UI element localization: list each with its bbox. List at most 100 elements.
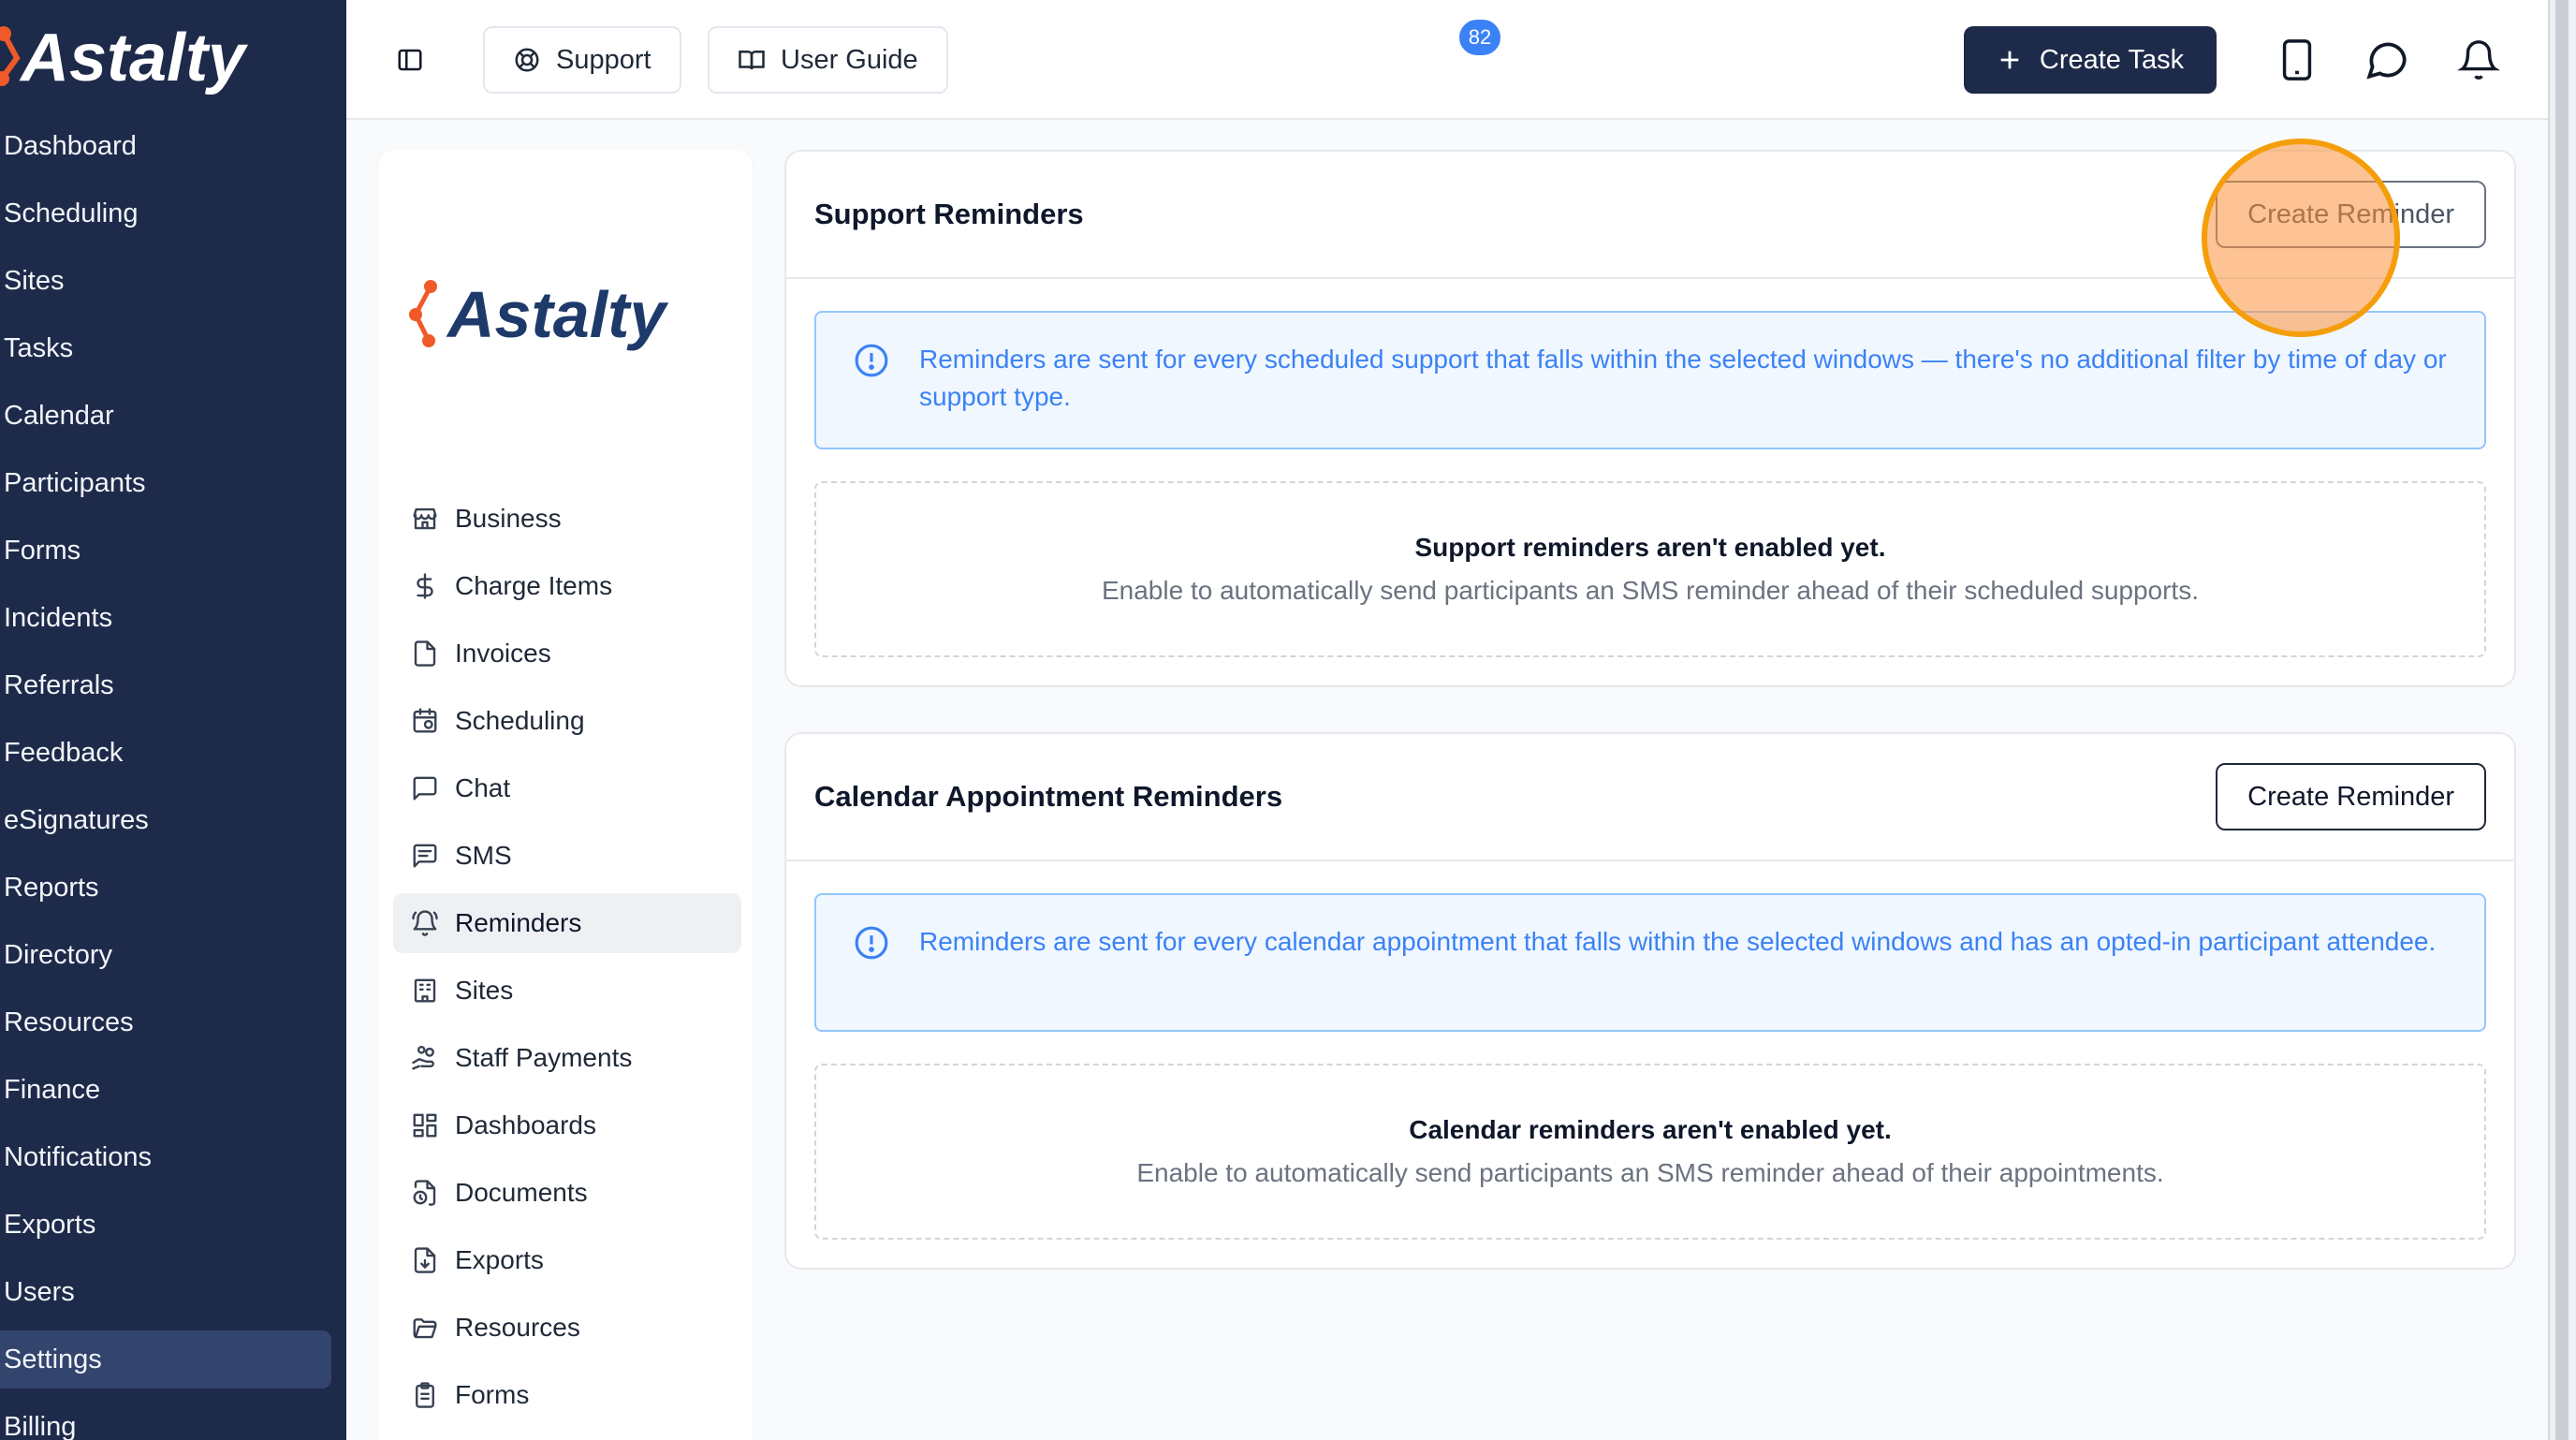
- settings-menu-item-sms[interactable]: SMS: [393, 826, 741, 886]
- main-nav: Dashboard Scheduling Sites Tasks Calendar Par…: [0, 112, 346, 1440]
- settings-panel: Astalty Business Charge Items Invoices Sche…: [378, 150, 753, 1440]
- calendar-reminders-header: Calendar Appointment Reminders Create Re…: [786, 734, 2514, 861]
- sidebar-item-label: Directory: [4, 939, 113, 970]
- sidebar-item-tasks[interactable]: Tasks: [0, 315, 346, 382]
- settings-menu-item-resources[interactable]: Resources: [393, 1298, 741, 1358]
- settings-menu-label: Exports: [455, 1245, 544, 1274]
- main-sidebar: Astalty Dashboard Scheduling Sites Tasks Cal…: [0, 0, 346, 1440]
- settings-menu-label: Chat: [455, 773, 511, 802]
- settings-menu-label: Scheduling: [455, 706, 585, 735]
- settings-menu-item-business[interactable]: Business: [393, 489, 741, 549]
- bell-icon[interactable]: [2452, 34, 2505, 86]
- user-guide-label: User Guide: [781, 44, 918, 75]
- brand-logo[interactable]: Astalty: [0, 13, 318, 103]
- settings-menu-item-documents[interactable]: Documents: [393, 1163, 741, 1223]
- info-icon: [855, 926, 888, 960]
- support-empty-subtitle: Enable to automatically send participant…: [1101, 576, 2199, 605]
- sidebar-item-calendar[interactable]: Calendar: [0, 382, 346, 449]
- create-calendar-reminder-button[interactable]: Create Reminder: [2216, 763, 2486, 830]
- sidebar-item-label: Incidents: [4, 602, 113, 633]
- store-icon: [410, 504, 440, 534]
- settings-menu: Business Charge Items Invoices Scheduling Ch…: [393, 489, 741, 1433]
- sidebar-item-exports[interactable]: Exports: [0, 1191, 346, 1258]
- dollar-icon: [410, 571, 440, 601]
- sidebar-item-label: Feedback: [4, 737, 124, 768]
- support-reminders-card: Support Reminders Create Reminder Remind…: [784, 150, 2516, 687]
- calendar-clock-icon: [410, 706, 440, 736]
- sidebar-toggle-icon[interactable]: [391, 41, 429, 79]
- settings-menu-item-exports[interactable]: Exports: [393, 1230, 741, 1290]
- chat-unread-badge: 82: [1456, 17, 1503, 58]
- sidebar-item-users[interactable]: Users: [0, 1258, 346, 1326]
- astalty-logo-white: Astalty: [0, 21, 249, 96]
- support-button[interactable]: Support: [483, 26, 681, 94]
- settings-menu-item-reminders[interactable]: Reminders: [393, 893, 741, 953]
- sidebar-item-directory[interactable]: Directory: [0, 921, 346, 989]
- settings-menu-item-forms[interactable]: Forms: [393, 1365, 741, 1425]
- sidebar-item-label: Forms: [4, 535, 81, 566]
- astalty-logo: Astalty: [406, 277, 724, 357]
- settings-menu-label: Invoices: [455, 639, 551, 668]
- settings-menu-label: Documents: [455, 1178, 588, 1207]
- sidebar-item-label: Resources: [4, 1007, 134, 1037]
- sidebar-item-notifications[interactable]: Notifications: [0, 1124, 346, 1191]
- support-reminders-header: Support Reminders Create Reminder: [786, 152, 2514, 279]
- sidebar-item-resources[interactable]: Resources: [0, 989, 346, 1056]
- file-icon: [410, 639, 440, 669]
- sidebar-item-label: Users: [4, 1276, 75, 1307]
- settings-menu-item-staff-payments[interactable]: Staff Payments: [393, 1028, 741, 1088]
- settings-menu-label: Business: [455, 504, 562, 533]
- sidebar-item-label: Participants: [4, 467, 146, 498]
- svg-text:Astalty: Astalty: [19, 21, 249, 96]
- settings-menu-label: Sites: [455, 976, 514, 1005]
- sidebar-item-forms[interactable]: Forms: [0, 517, 346, 584]
- sidebar-item-finance[interactable]: Finance: [0, 1056, 346, 1124]
- sidebar-item-sites[interactable]: Sites: [0, 247, 346, 315]
- svg-text:Astalty: Astalty: [446, 278, 668, 351]
- create-task-label: Create Task: [2039, 44, 2185, 75]
- phone-icon[interactable]: [2273, 36, 2321, 84]
- sidebar-item-label: Notifications: [4, 1141, 152, 1172]
- sidebar-item-scheduling[interactable]: Scheduling: [0, 180, 346, 247]
- calendar-reminders-info-text: Reminders are sent for every calendar ap…: [919, 927, 2437, 956]
- message-icon: [410, 773, 440, 803]
- book-open-icon: [739, 51, 765, 70]
- plus-icon: [2000, 51, 2019, 69]
- settings-menu-item-chat[interactable]: Chat: [393, 758, 741, 818]
- settings-menu-item-invoices[interactable]: Invoices: [393, 624, 741, 683]
- create-support-reminder-button[interactable]: Create Reminder: [2216, 181, 2486, 248]
- sidebar-item-incidents[interactable]: Incidents: [0, 584, 346, 652]
- settings-menu-label: Staff Payments: [455, 1043, 633, 1072]
- settings-menu-item-sites[interactable]: Sites: [393, 961, 741, 1021]
- sidebar-item-participants[interactable]: Participants: [0, 449, 346, 517]
- settings-menu-label: Forms: [455, 1380, 530, 1409]
- sidebar-item-reports[interactable]: Reports: [0, 854, 346, 921]
- sidebar-item-label: Tasks: [4, 332, 74, 363]
- window-scrollbar[interactable]: [2548, 0, 2576, 1440]
- user-guide-button[interactable]: User Guide: [708, 26, 948, 94]
- clipboard-list-icon: [410, 1380, 440, 1410]
- chat-icon[interactable]: [2361, 34, 2413, 86]
- sms-icon: [410, 841, 440, 871]
- settings-menu-item-charge-items[interactable]: Charge Items: [393, 556, 741, 616]
- calendar-reminders-empty-state: Calendar reminders aren't enabled yet. E…: [814, 1064, 2486, 1240]
- layout-dashboard-icon: [410, 1110, 440, 1140]
- settings-menu-item-dashboards[interactable]: Dashboards: [393, 1095, 741, 1155]
- create-task-button[interactable]: Create Task: [1964, 26, 2217, 94]
- sidebar-item-esignatures[interactable]: eSignatures: [0, 786, 346, 854]
- settings-menu-item-scheduling[interactable]: Scheduling: [393, 691, 741, 751]
- sidebar-item-label: Referrals: [4, 669, 114, 700]
- sidebar-item-label: eSignatures: [4, 804, 149, 835]
- calendar-reminders-card: Calendar Appointment Reminders Create Re…: [784, 732, 2516, 1270]
- calendar-reminders-title: Calendar Appointment Reminders: [814, 780, 1283, 813]
- support-reminders-info: Reminders are sent for every scheduled s…: [814, 311, 2486, 449]
- settings-menu-label: Reminders: [455, 908, 582, 937]
- sidebar-item-billing[interactable]: Billing: [0, 1393, 346, 1440]
- sidebar-item-feedback[interactable]: Feedback: [0, 719, 346, 786]
- sidebar-item-label: Reports: [4, 872, 99, 903]
- sidebar-item-dashboard[interactable]: Dashboard: [0, 112, 346, 180]
- sidebar-item-settings[interactable]: Settings: [0, 1330, 331, 1389]
- support-reminders-info-text: Reminders are sent for every scheduled s…: [919, 345, 2447, 411]
- support-reminders-title: Support Reminders: [814, 198, 1084, 230]
- sidebar-item-referrals[interactable]: Referrals: [0, 652, 346, 719]
